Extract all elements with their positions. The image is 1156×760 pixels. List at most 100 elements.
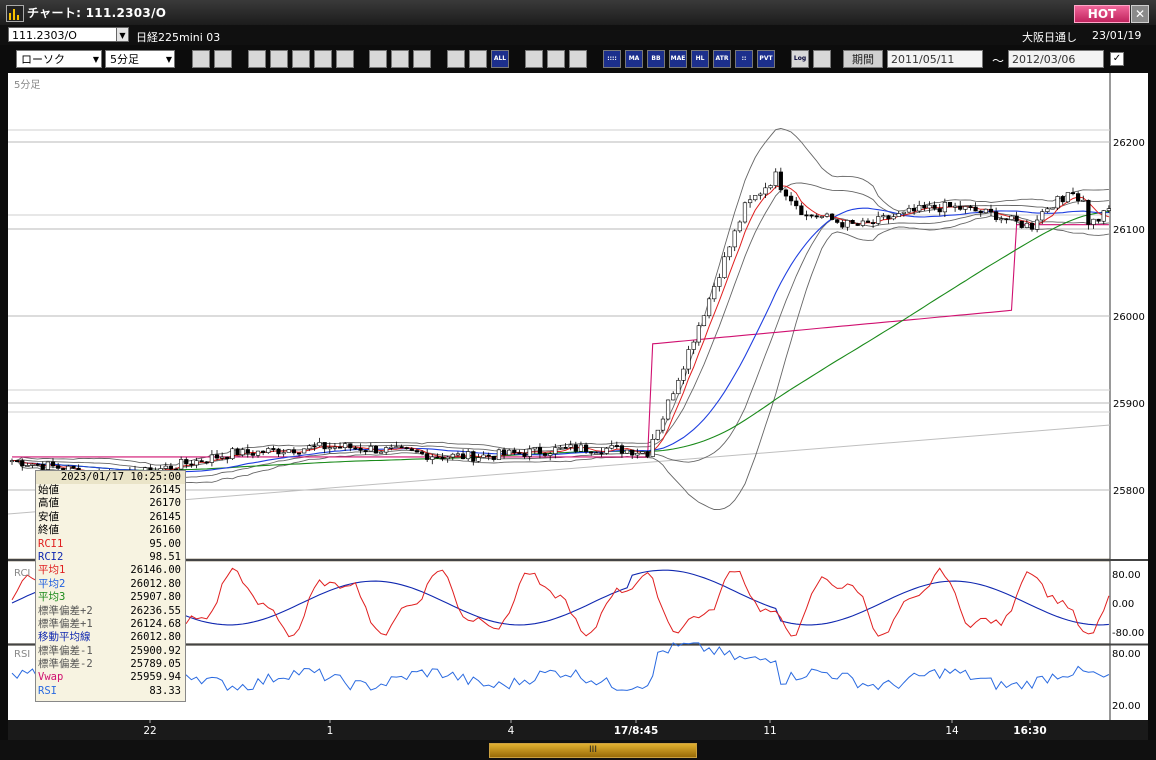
tooltip-row: 終値 26160: [36, 524, 185, 537]
candle-body: [717, 277, 722, 287]
tooltip-key: 高値: [38, 497, 59, 510]
candle-body: [665, 399, 671, 420]
tooltip-row: 標準偏差+2 26236.55: [36, 605, 185, 618]
window-title: チャート: 111.2303/O: [27, 6, 167, 20]
tooltip-value: 26124.68: [130, 617, 181, 630]
candle-body: [296, 452, 302, 455]
candle-body: [261, 450, 266, 453]
tooltip-key: 平均2: [38, 577, 66, 590]
candle-body: [527, 448, 532, 457]
tooltip-key: RSI: [38, 684, 57, 697]
indicator-button-5[interactable]: ATR: [713, 50, 731, 68]
indicator-button-6[interactable]: ::: [735, 50, 753, 68]
indicator-button-1[interactable]: MA: [625, 50, 643, 68]
tooltip-key: Vwap: [38, 671, 64, 684]
price-tick-label: 26200: [1113, 138, 1145, 149]
candle-body: [814, 215, 819, 218]
compare-icon[interactable]: [292, 50, 310, 68]
rsi-panel-label: RSI: [14, 649, 30, 660]
bar-right-icon[interactable]: [469, 50, 487, 68]
indicator-button-7[interactable]: PVT: [757, 50, 775, 68]
candle-body: [471, 451, 476, 462]
candle-body: [963, 206, 968, 210]
tooltip-row: 平均3 25907.80: [36, 591, 185, 604]
candle-body: [696, 325, 701, 343]
tooltip-value: 25907.80: [130, 591, 181, 604]
zoom-icon[interactable]: [192, 50, 210, 68]
candle-body: [435, 456, 440, 459]
candle-body: [568, 444, 573, 448]
chevron-down-icon[interactable]: ▼: [116, 27, 129, 42]
instrument-name: 日経225mini 03: [136, 31, 221, 44]
candle-body: [245, 449, 250, 454]
trade-icon[interactable]: [248, 50, 266, 68]
candle-body: [348, 443, 353, 449]
interval-select[interactable]: 5分足 ▼: [105, 50, 175, 68]
chevron-down-icon: ▼: [92, 55, 99, 64]
scroll-bar[interactable]: III: [0, 740, 1156, 760]
indicator-button-4[interactable]: HL: [691, 50, 709, 68]
candle-body: [609, 445, 614, 449]
chart-type-select[interactable]: ローソク ▼: [16, 50, 102, 68]
candle-body: [686, 349, 691, 370]
arrow-icon[interactable]: [391, 50, 409, 68]
indicator-button-0[interactable]: ::::: [603, 50, 621, 68]
split-icon[interactable]: [314, 50, 332, 68]
period-button[interactable]: 期間: [843, 50, 883, 68]
candle-body: [1009, 215, 1014, 220]
candle-body: [25, 465, 30, 467]
candle-body: [15, 460, 20, 463]
data-tooltip: 2023/01/17 10:25:00 始値 26145 高値 26170 安値 2614…: [35, 470, 186, 702]
export-icon[interactable]: [813, 50, 831, 68]
tooltip-value: 25789.05: [130, 658, 181, 671]
candle-body: [619, 445, 625, 454]
alert-icon[interactable]: [336, 50, 354, 68]
date-range-separator: ～: [992, 54, 1005, 68]
candle-body: [968, 206, 973, 208]
candle-body: [337, 446, 343, 449]
time-tick-label: 11: [763, 725, 776, 737]
symbol-input[interactable]: 111.2303/O: [8, 27, 128, 42]
time-tick-label: 22: [143, 725, 156, 737]
candle-body: [783, 189, 789, 197]
candle-body: [1101, 210, 1106, 222]
candle-body: [1076, 193, 1081, 202]
interval-value: 5分足: [110, 53, 139, 66]
cursor-icon[interactable]: [214, 50, 232, 68]
candle-body: [1106, 208, 1111, 211]
candle-body: [194, 460, 199, 466]
candle-body: [332, 446, 338, 449]
draw-icon[interactable]: [369, 50, 387, 68]
candle-body: [184, 459, 189, 465]
candle-body: [419, 451, 425, 454]
candle-body: [455, 453, 461, 456]
hot-button[interactable]: HOT: [1074, 5, 1130, 23]
tooltip-row: 標準偏差-2 25789.05: [36, 658, 185, 671]
candle-body: [481, 454, 486, 458]
date-to-input[interactable]: 2012/03/06: [1008, 50, 1104, 68]
log-icon[interactable]: Log: [791, 50, 809, 68]
palette-icon[interactable]: [569, 50, 587, 68]
bar-left-icon[interactable]: [447, 50, 465, 68]
search-icon[interactable]: [270, 50, 288, 68]
tooltip-value: 26146.00: [130, 564, 181, 577]
tooltip-value: 26160: [149, 524, 181, 537]
tooltip-key: RCI2: [38, 550, 64, 563]
all-icon[interactable]: ALL: [491, 50, 509, 68]
period-checkbox[interactable]: ✓: [1110, 52, 1124, 66]
candle-body: [768, 185, 773, 189]
candle-body: [788, 195, 794, 202]
scroll-thumb[interactable]: III: [489, 743, 697, 758]
candle-body: [727, 246, 732, 258]
candle-body: [860, 220, 865, 226]
indicator-button-3[interactable]: MAE: [669, 50, 687, 68]
tooltip-row: 標準偏差-1 25900.92: [36, 645, 185, 658]
settings-icon[interactable]: [525, 50, 543, 68]
close-icon[interactable]: ✕: [1131, 5, 1149, 23]
tool-icon[interactable]: [547, 50, 565, 68]
rsi-tick-label: 80.00: [1112, 649, 1141, 660]
candle-body: [655, 429, 660, 440]
indicator-button-2[interactable]: BB: [647, 50, 665, 68]
date-from-input[interactable]: 2011/05/11: [887, 50, 983, 68]
undo-icon[interactable]: [413, 50, 431, 68]
